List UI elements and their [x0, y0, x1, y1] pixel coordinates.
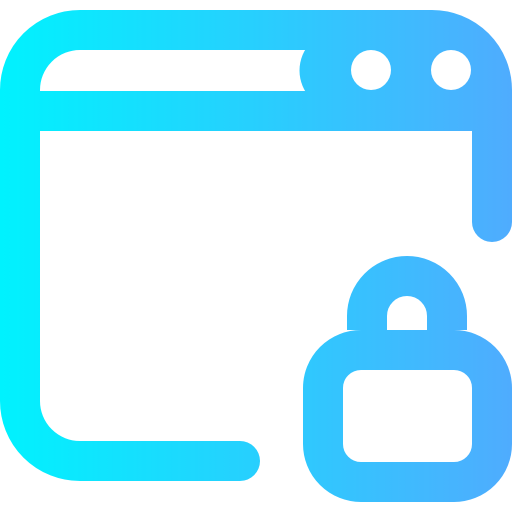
icon-canvas	[0, 0, 512, 512]
padlock-shackle	[347, 256, 467, 330]
window-dot-right	[431, 50, 471, 90]
padlock-body	[303, 330, 512, 502]
browser-window-lock-icon	[0, 10, 512, 502]
window-dot-left	[351, 50, 391, 90]
